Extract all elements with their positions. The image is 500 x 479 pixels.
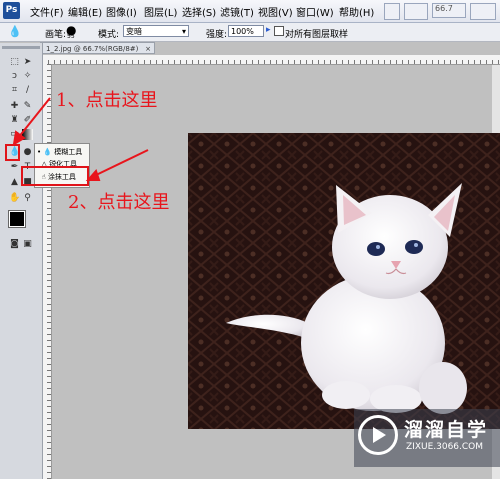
arrow-step2-line	[93, 149, 149, 177]
watermark: 溜溜自学 ZIXUE.3066.COM	[354, 409, 500, 467]
arrow-step2-head	[85, 169, 101, 181]
play-logo-icon	[358, 415, 398, 455]
annotation-step2: 2、点击这里	[68, 192, 170, 213]
watermark-title: 溜溜自学	[404, 419, 489, 441]
annotation-step1: 1、点击这里	[56, 90, 158, 111]
watermark-url: ZIXUE.3066.COM	[406, 442, 484, 452]
annotation-arrows	[12, 97, 149, 181]
arrow-step1-line	[17, 97, 51, 139]
